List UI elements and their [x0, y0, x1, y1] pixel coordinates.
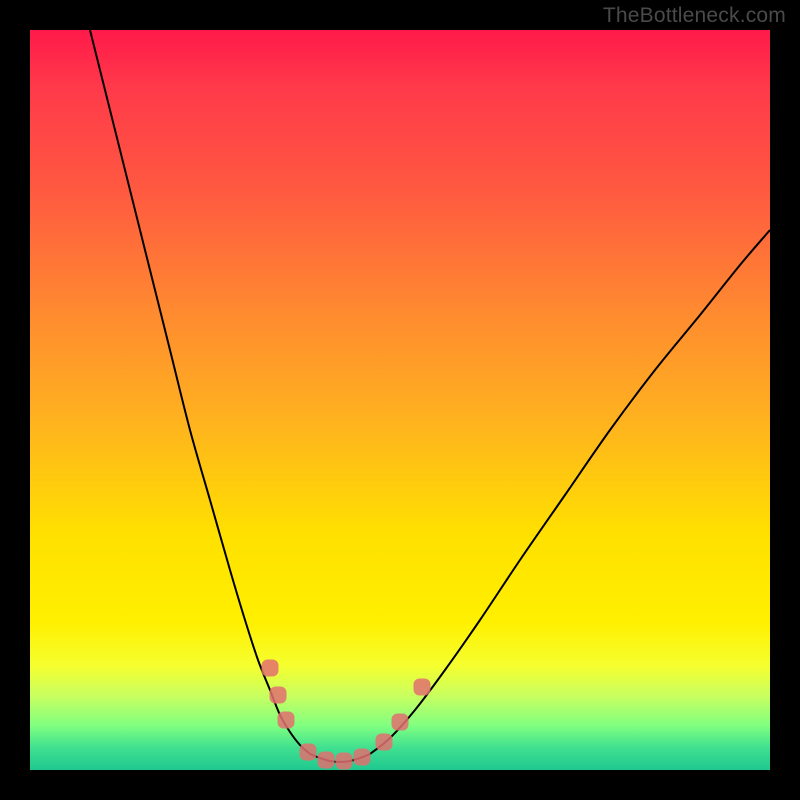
curve-layer [30, 30, 770, 770]
plot-area [30, 30, 770, 770]
marker-point [278, 712, 295, 729]
marker-point [318, 752, 335, 769]
marker-point [376, 734, 393, 751]
marker-point [354, 749, 371, 766]
marker-point [300, 744, 317, 761]
marker-point [392, 714, 409, 731]
marker-point [270, 687, 287, 704]
marker-point [414, 679, 431, 696]
chart-frame: TheBottleneck.com [0, 0, 800, 800]
marker-point [262, 660, 279, 677]
right-curve [370, 230, 770, 754]
watermark-label: TheBottleneck.com [603, 4, 786, 28]
marker-point [336, 753, 353, 770]
left-curve [90, 30, 310, 754]
highlight-markers [262, 660, 431, 770]
